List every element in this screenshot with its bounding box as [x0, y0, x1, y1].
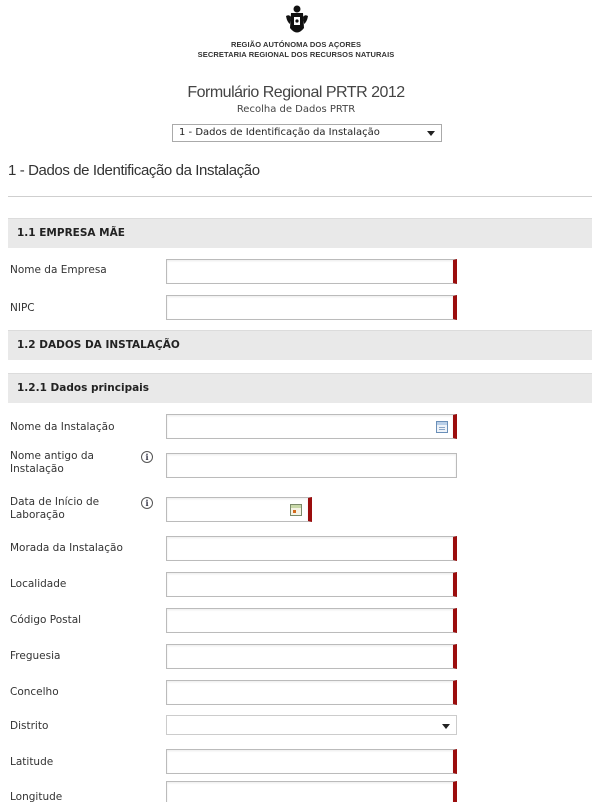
nome-empresa-input[interactable]: [166, 259, 457, 284]
secretariat-name: SECRETARIA REGIONAL DOS RECURSOS NATURAI…: [197, 50, 395, 59]
section-title: 1.2 DADOS DA INSTALAÇÃO: [17, 339, 180, 351]
label-freguesia: Freguesia: [10, 650, 61, 662]
form-title: Formulário Regional PRTR 2012: [187, 84, 405, 101]
label-data-inicio: Data de Início de Laboração: [10, 496, 100, 521]
chevron-down-icon: [442, 724, 450, 729]
codigo-postal-input[interactable]: [166, 608, 457, 633]
section-header-dados-instalacao: 1.2 DADOS DA INSTALAÇÃO: [8, 330, 592, 360]
label-nipc: NIPC: [10, 302, 35, 314]
info-icon[interactable]: i: [141, 497, 153, 509]
label-localidade: Localidade: [10, 578, 67, 590]
label-latitude: Latitude: [10, 756, 54, 768]
section-title: 1.1 EMPRESA MÃE: [17, 227, 125, 239]
label-concelho: Concelho: [10, 686, 59, 698]
nome-antigo-input[interactable]: [166, 453, 457, 478]
region-name: REGIÃO AUTÓNOMA DOS AÇORES: [230, 40, 362, 49]
label-morada: Morada da Instalação: [10, 542, 123, 554]
label-nome-antigo: Nome antigo da Instalação: [10, 450, 94, 475]
label-codigo-postal: Código Postal: [10, 614, 82, 626]
list-icon[interactable]: [436, 421, 448, 433]
page-heading: 1 - Dados de Identificação da Instalação: [8, 162, 260, 179]
label-nome-instalacao: Nome da Instalação: [10, 421, 115, 433]
distrito-select[interactable]: [166, 715, 457, 735]
info-icon[interactable]: i: [141, 451, 153, 463]
label-nome-empresa: Nome da Empresa: [10, 264, 107, 276]
morada-input[interactable]: [166, 536, 457, 561]
section-title: 1.2.1 Dados principais: [17, 382, 150, 394]
section-header-dados-principais: 1.2.1 Dados principais: [8, 373, 592, 403]
divider: [8, 196, 592, 197]
freguesia-input[interactable]: [166, 644, 457, 669]
nome-instalacao-input[interactable]: [166, 414, 457, 439]
latitude-input[interactable]: [166, 749, 457, 774]
form-subtitle: Recolha de Dados PRTR: [236, 104, 356, 115]
section-header-empresa-mae: 1.1 EMPRESA MÃE: [8, 218, 592, 248]
concelho-input[interactable]: [166, 680, 457, 705]
coat-of-arms-logo: [286, 5, 308, 33]
chevron-down-icon: [427, 131, 435, 136]
section-select-value: 1 - Dados de Identificação da Instalação: [179, 127, 380, 138]
data-inicio-input[interactable]: [166, 497, 312, 522]
label-longitude: Longitude: [10, 791, 63, 802]
label-distrito: Distrito: [10, 720, 49, 732]
nipc-input[interactable]: [166, 295, 457, 320]
localidade-input[interactable]: [166, 572, 457, 597]
section-select[interactable]: 1 - Dados de Identificação da Instalação: [172, 124, 442, 142]
longitude-input[interactable]: [166, 781, 457, 802]
calendar-icon[interactable]: [290, 504, 302, 516]
